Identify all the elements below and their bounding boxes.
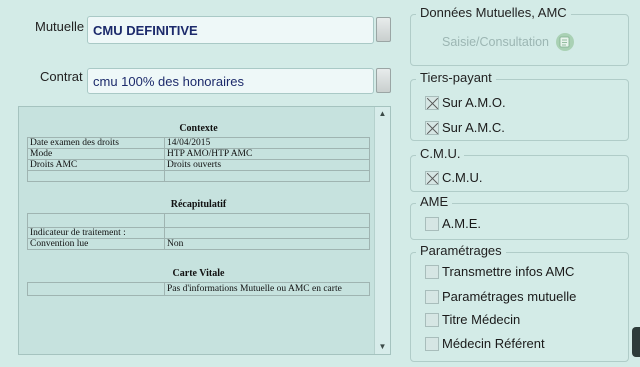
table-row: Droits AMC Droits ouverts (27, 159, 370, 171)
table-row: Date examen des droits 14/04/2015 (27, 137, 370, 149)
table-cell: Indicateur de traitement : (27, 227, 165, 239)
table-cell: Droits AMC (27, 159, 165, 171)
sur-amc-checkbox[interactable]: Sur A.M.C. (425, 120, 505, 135)
parametrages-mutuelle-label: Paramétrages mutuelle (442, 289, 577, 304)
checkbox-box[interactable] (425, 216, 439, 231)
contrat-value: cmu 100% des honoraires (93, 73, 245, 89)
checkbox-box[interactable] (425, 264, 439, 279)
contrat-label: Contrat (40, 69, 83, 84)
mutuelle-dropdown-button[interactable] (376, 17, 391, 42)
checkbox-box[interactable] (425, 289, 439, 304)
transmettre-infos-amc-checkbox[interactable]: Transmettre infos AMC (425, 264, 574, 279)
contexte-table: Date examen des droits 14/04/2015 Mode H… (27, 137, 370, 182)
saisie-consultation-label: Saisie/Consultation (442, 35, 550, 49)
mutuelle-value: CMU DEFINITIVE (93, 22, 198, 38)
carte-vitale-title: Carte Vitale (172, 268, 225, 279)
tiers-payant-title: Tiers-payant (416, 71, 496, 85)
mutuelle-field[interactable]: CMU DEFINITIVE (87, 16, 374, 44)
table-cell (164, 227, 370, 239)
rights-document: Contexte Date examen des droits 14/04/20… (27, 115, 370, 351)
titre-medecin-label: Titre Médecin (442, 312, 521, 327)
table-row: Convention lue Non (27, 238, 370, 250)
parametrages-title: Paramétrages (416, 244, 506, 258)
table-cell (27, 170, 165, 182)
table-cell: Mode (27, 148, 165, 160)
donnees-group-title: Données Mutuelles, AMC (416, 6, 571, 20)
transmettre-infos-amc-label: Transmettre infos AMC (442, 264, 575, 279)
contexte-title: Contexte (179, 123, 218, 134)
table-row: Pas d'informations Mutuelle ou AMC en ca… (27, 282, 370, 296)
table-row: Indicateur de traitement : (27, 227, 370, 239)
side-panel-tab[interactable] (632, 327, 640, 357)
document-edit-icon (556, 33, 575, 51)
checkbox-box[interactable] (425, 95, 439, 110)
table-row (27, 213, 370, 228)
table-cell: Date examen des droits (27, 137, 165, 149)
parametrages-mutuelle-checkbox[interactable]: Paramétrages mutuelle (425, 289, 576, 304)
carte-vitale-table: Pas d'informations Mutuelle ou AMC en ca… (27, 282, 370, 296)
recap-title: Récapitulatif (170, 199, 227, 210)
sur-amc-label: Sur A.M.C. (442, 120, 505, 135)
scroll-down-icon[interactable]: ▼ (375, 342, 390, 352)
rights-document-panel[interactable]: Contexte Date examen des droits 14/04/20… (18, 106, 391, 355)
table-cell (164, 213, 370, 228)
checkbox-box[interactable] (425, 170, 439, 185)
mutuelle-label: Mutuelle (35, 19, 85, 34)
table-cell: Pas d'informations Mutuelle ou AMC en ca… (164, 282, 370, 296)
saisie-consultation-button[interactable]: Saisie/Consultation (442, 32, 575, 52)
contrat-dropdown-button[interactable] (376, 68, 391, 93)
table-cell (164, 170, 370, 182)
ame-title: AME (416, 195, 453, 209)
ame-checkbox[interactable]: A.M.E. (425, 216, 481, 231)
table-cell: Non (164, 238, 370, 250)
ame-checkbox-label: A.M.E. (442, 216, 482, 231)
titre-medecin-checkbox[interactable]: Titre Médecin (425, 312, 520, 327)
medecin-referent-checkbox[interactable]: Médecin Référent (425, 336, 545, 351)
table-cell: 14/04/2015 (164, 137, 370, 149)
medecin-referent-label: Médecin Référent (442, 336, 545, 351)
table-row (27, 170, 370, 182)
contrat-field[interactable]: cmu 100% des honoraires (87, 68, 374, 94)
cmu-checkbox[interactable]: C.M.U. (425, 170, 482, 185)
sur-amo-label: Sur A.M.O. (442, 95, 506, 110)
document-scrollbar[interactable]: ▲ ▼ (374, 107, 390, 354)
table-cell (27, 213, 165, 228)
table-cell (27, 282, 165, 296)
checkbox-box[interactable] (425, 312, 439, 327)
checkbox-box[interactable] (425, 120, 439, 135)
table-row: Mode HTP AMO/HTP AMC (27, 148, 370, 160)
table-cell: Droits ouverts (164, 159, 370, 171)
table-cell: Convention lue (27, 238, 165, 250)
scroll-up-icon[interactable]: ▲ (375, 109, 390, 119)
cmu-checkbox-label: C.M.U. (442, 170, 483, 185)
table-cell: HTP AMO/HTP AMC (164, 148, 370, 160)
cmu-title: C.M.U. (416, 147, 465, 161)
checkbox-box[interactable] (425, 336, 439, 351)
sur-amo-checkbox[interactable]: Sur A.M.O. (425, 95, 506, 110)
recap-table: Indicateur de traitement : Convention lu… (27, 213, 370, 250)
